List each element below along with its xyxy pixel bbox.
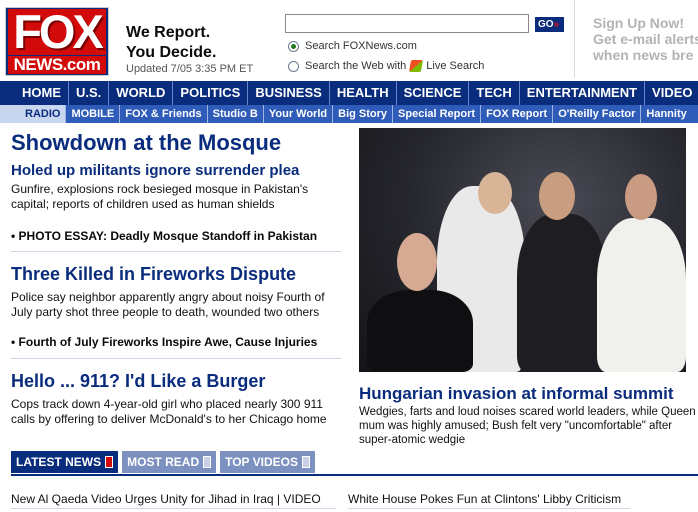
- second-story-summary: Police say neighbor apparently angry abo…: [11, 290, 325, 319]
- nav-health[interactable]: HEALTH: [330, 81, 397, 105]
- feature-headline[interactable]: Hungarian invasion at informal summit: [359, 384, 674, 404]
- go-label: GO: [538, 19, 554, 30]
- nav-entertainment[interactable]: ENTERTAINMENT: [520, 81, 646, 105]
- radio-web[interactable]: [288, 60, 299, 72]
- nav2-studio-b[interactable]: Studio B: [208, 105, 264, 123]
- feature-summary: Wedgies, farts and loud noises scared wo…: [359, 406, 696, 446]
- divider: [11, 358, 341, 359]
- top-story-summary: Gunfire, explosions rock besieged mosque…: [11, 182, 309, 211]
- slogan-line-2: You Decide.: [126, 44, 217, 61]
- tab-indicator-icon: [105, 456, 114, 468]
- nav-politics[interactable]: POLITICS: [173, 81, 249, 105]
- nav2-mobile[interactable]: MOBILE: [66, 105, 121, 123]
- tab-latest-news-label: LATEST NEWS: [16, 455, 102, 469]
- nav2-hannity[interactable]: Hannity: [641, 105, 691, 123]
- signup-line-2: Get e-mail alerts: [593, 31, 698, 47]
- updated-timestamp: Updated 7/05 3:35 PM ET: [126, 63, 254, 75]
- tab-top-videos-label: TOP VIDEOS: [225, 455, 299, 469]
- tab-indicator-icon: [203, 456, 212, 468]
- nav-video[interactable]: VIDEO: [645, 81, 698, 105]
- photo-head: [539, 172, 575, 220]
- photo-figure: [517, 214, 607, 372]
- nav2-oreilly-factor[interactable]: O'Reilly Factor: [553, 105, 642, 123]
- nav2-your-world[interactable]: Your World: [264, 105, 334, 123]
- divider: [11, 251, 341, 252]
- divider: [348, 508, 630, 509]
- live-search-label: Live Search: [426, 60, 485, 72]
- photo-head: [478, 172, 512, 214]
- search-input[interactable]: [285, 14, 529, 33]
- search-option-web[interactable]: Search the Web with Live Search: [288, 60, 484, 72]
- signup-line-1: Sign Up Now!: [593, 15, 684, 31]
- tab-top-videos[interactable]: TOP VIDEOS: [220, 451, 316, 473]
- photo-figure: [597, 218, 686, 372]
- nav-world[interactable]: WORLD: [109, 81, 174, 105]
- radio-site[interactable]: [288, 40, 299, 52]
- tab-indicator-icon: [302, 456, 311, 468]
- nav2-radio[interactable]: RADIO: [0, 105, 67, 123]
- email-signup-promo[interactable]: Sign Up Now! Get e-mail alerts when news…: [574, 0, 698, 78]
- foxnews-logo[interactable]: FOX NEWS.com: [5, 7, 109, 76]
- second-story-related-link[interactable]: • Fourth of July Fireworks Inspire Awe, …: [11, 335, 317, 349]
- news-tabs: LATEST NEWS MOST READ TOP VIDEOS: [11, 451, 319, 473]
- latest-story-link[interactable]: White House Pokes Fun at Clintons' Libby…: [348, 492, 621, 506]
- search-option-site[interactable]: Search FOXNews.com: [288, 40, 417, 52]
- primary-nav: HOME U.S. WORLD POLITICS BUSINESS HEALTH…: [0, 81, 698, 105]
- top-story-headline[interactable]: Showdown at the Mosque: [11, 130, 281, 156]
- slogan: We Report. You Decide.: [126, 23, 216, 63]
- divider: [11, 508, 336, 509]
- third-story-summary: Cops track down 4-year-old girl who plac…: [11, 397, 327, 426]
- nav2-fox-report[interactable]: FOX Report: [481, 105, 554, 123]
- third-story-headline[interactable]: Hello ... 911? I'd Like a Burger: [11, 371, 265, 392]
- photo-figure: [367, 290, 473, 372]
- search-option-site-label: Search FOXNews.com: [305, 40, 417, 52]
- signup-line-3: when news bre: [593, 47, 694, 63]
- windows-live-icon: [409, 60, 424, 72]
- nav-business[interactable]: BUSINESS: [248, 81, 330, 105]
- go-arrows-icon: »: [553, 19, 560, 30]
- feature-photo[interactable]: [359, 128, 686, 372]
- top-story-related-link[interactable]: • PHOTO ESSAY: Deadly Mosque Standoff in…: [11, 229, 317, 243]
- second-story-headline[interactable]: Three Killed in Fireworks Dispute: [11, 264, 296, 285]
- logo-news-text: NEWS.com: [8, 56, 106, 74]
- nav2-big-story[interactable]: Big Story: [333, 105, 394, 123]
- nav-tech[interactable]: TECH: [469, 81, 520, 105]
- tab-latest-news[interactable]: LATEST NEWS: [11, 451, 119, 473]
- nav2-fox-friends[interactable]: FOX & Friends: [120, 105, 208, 123]
- tab-most-read[interactable]: MOST READ: [122, 451, 217, 473]
- slogan-line-1: We Report.: [126, 24, 211, 41]
- nav-us[interactable]: U.S.: [69, 81, 110, 105]
- search-go-button[interactable]: GO»: [535, 17, 564, 32]
- nav-science[interactable]: SCIENCE: [397, 81, 470, 105]
- secondary-nav: RADIO MOBILE FOX & Friends Studio B Your…: [0, 105, 698, 123]
- photo-head: [397, 233, 437, 291]
- photo-head: [625, 174, 657, 220]
- top-story-subhead[interactable]: Holed up militants ignore surrender plea: [11, 162, 299, 179]
- latest-story-link[interactable]: New Al Qaeda Video Urges Unity for Jihad…: [11, 492, 321, 506]
- nav-home[interactable]: HOME: [0, 81, 69, 105]
- site-header: FOX NEWS.com We Report. You Decide. Upda…: [0, 0, 698, 80]
- logo-fox-text: FOX: [8, 8, 106, 55]
- tab-most-read-label: MOST READ: [127, 455, 200, 469]
- tabs-underline: [11, 474, 698, 476]
- search-option-web-label: Search the Web with: [305, 60, 407, 72]
- nav2-special-report[interactable]: Special Report: [393, 105, 482, 123]
